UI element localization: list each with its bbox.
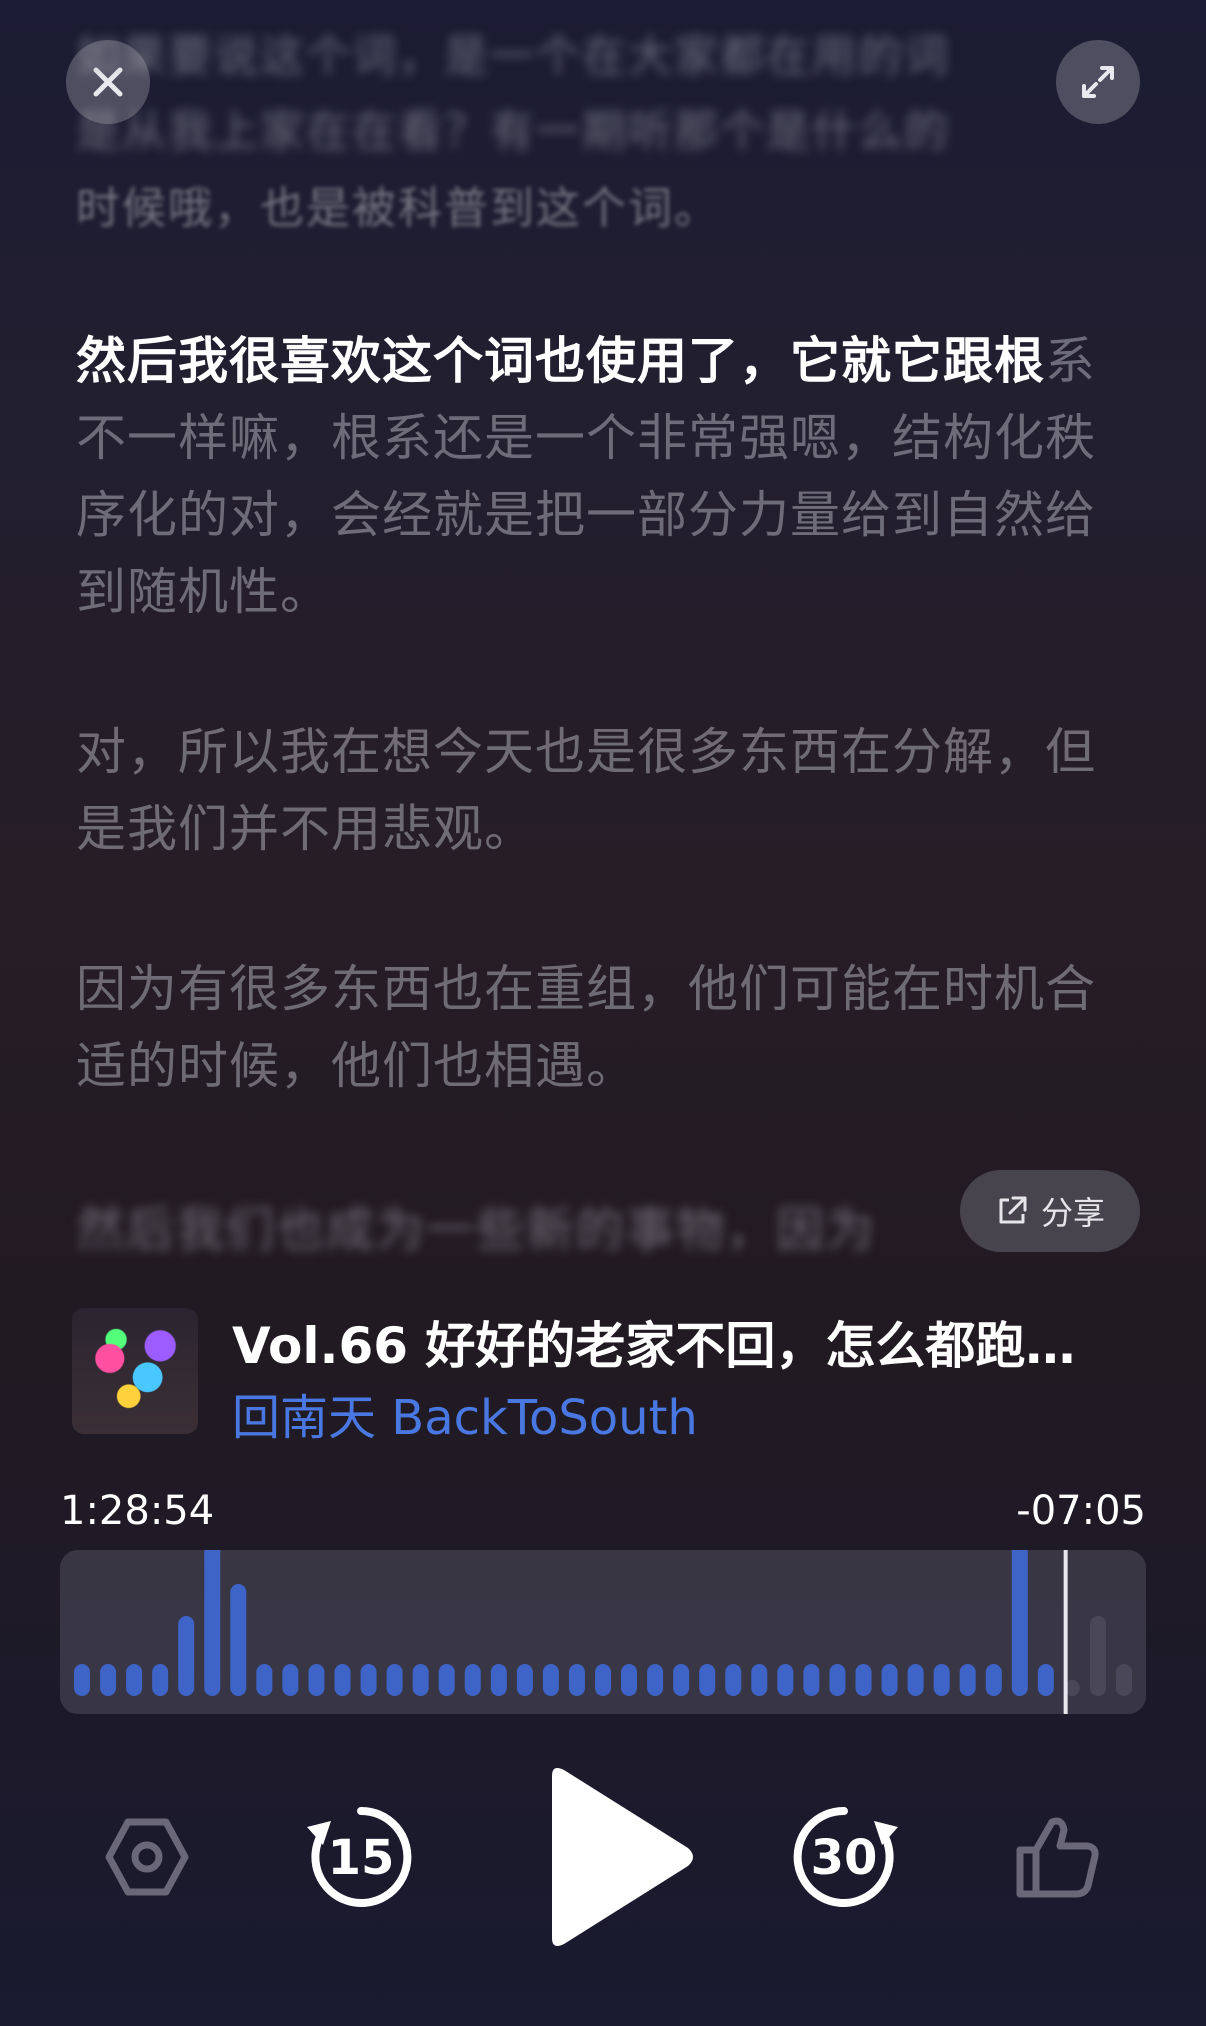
waveform-bars [74, 1550, 1132, 1714]
remaining-time: -07:05 [1016, 1488, 1146, 1534]
thumbs-up-icon[interactable] [1012, 1812, 1102, 1902]
waveform-bar [282, 1664, 299, 1696]
expand-icon [1082, 66, 1114, 98]
waveform-bar [725, 1664, 742, 1696]
waveform-bar [829, 1664, 846, 1696]
waveform-bar [699, 1664, 716, 1696]
waveform-bar [803, 1664, 820, 1696]
skip-forward-label: 30 [811, 1830, 878, 1886]
waveform-bar [178, 1616, 195, 1696]
waveform-bar [490, 1664, 507, 1696]
skip-back-label: 15 [328, 1830, 395, 1886]
waveform-bar [74, 1664, 90, 1696]
waveform-bar [230, 1584, 247, 1696]
waveform-bar [516, 1664, 533, 1696]
waveform-bar [621, 1664, 638, 1696]
waveform-bar [855, 1664, 872, 1696]
skip-back-15-button[interactable]: 15 [301, 1797, 421, 1917]
waveform-bar [595, 1664, 611, 1696]
blurred-transcript-line: 然后我们也成为一些新的事物，因为 [76, 1202, 877, 1258]
waveform-bar [907, 1664, 924, 1696]
elapsed-time: 1:28:54 [60, 1488, 215, 1534]
waveform-bar [777, 1664, 794, 1696]
transcript: 然后我很喜欢这个词也使用了，它就它跟根系不一样嘛，根系还是一个非常强嗯，结构化秩… [76, 323, 1136, 1188]
transcript-paragraph[interactable]: 对，所以我在想今天也是很多东西在分解，但是我们并不用悲观。 [76, 714, 1136, 868]
waveform-bar [100, 1664, 117, 1696]
transcript-paragraph[interactable]: 因为有很多东西也在重组，他们可能在时机合适的时候，他们也相遇。 [76, 951, 1136, 1105]
waveform-bar [568, 1664, 585, 1696]
waveform-bar [360, 1664, 377, 1696]
waveform-bar [933, 1664, 950, 1696]
waveform-bar [412, 1664, 429, 1696]
waveform-bar [438, 1664, 455, 1696]
blurred-transcript-line: 是从我上家在在看？有一期听那个是什么的 [76, 106, 950, 157]
waveform-bar [1011, 1550, 1028, 1696]
play-icon[interactable] [540, 1762, 700, 1952]
current-transcript-text: 然后我很喜欢这个词也使用了，它就它跟根 [76, 332, 1045, 390]
waveform-bar [256, 1664, 273, 1696]
waveform-bar [542, 1664, 559, 1696]
blurred-transcript-line: 如果要说这个词，是一个在大家都在用的词 [76, 31, 950, 82]
waveform-bar [308, 1664, 325, 1696]
podcast-name-link[interactable]: 回南天 BackToSouth [232, 1378, 698, 1448]
transcript-text: 因为有很多东西也在重组，他们可能在时机合适的时候，他们也相遇。 [76, 960, 1096, 1095]
waveform-bar [204, 1550, 221, 1696]
waveform-bar [1089, 1616, 1106, 1696]
waveform-bar [1037, 1664, 1054, 1696]
share-label: 分享 [1040, 1194, 1105, 1232]
hexagon-settings-icon[interactable] [102, 1812, 192, 1902]
waveform-bar [881, 1664, 898, 1696]
transcript-text: 对，所以我在想今天也是很多东西在分解，但是我们并不用悲观。 [76, 723, 1096, 858]
waveform-bar [464, 1664, 481, 1696]
share-button[interactable]: 分享 [960, 1170, 1140, 1252]
episode-title[interactable]: Vol.66 好好的老家不回，怎么都跑… [232, 1306, 1075, 1378]
blurred-transcript-line: 时候哦，也是被科普到这个词。 [76, 183, 720, 234]
episode-cover-art[interactable] [72, 1308, 198, 1434]
expand-button[interactable] [1056, 40, 1140, 124]
waveform-bar [751, 1664, 768, 1696]
skip-forward-30-button[interactable]: 30 [784, 1797, 904, 1917]
waveform-bar [334, 1664, 351, 1696]
waveform-scrubber[interactable] [60, 1550, 1146, 1714]
waveform-bar [673, 1664, 690, 1696]
playhead[interactable] [1063, 1550, 1068, 1714]
waveform-bar [647, 1664, 664, 1696]
transcript-paragraph[interactable]: 然后我很喜欢这个词也使用了，它就它跟根系不一样嘛，根系还是一个非常强嗯，结构化秩… [76, 323, 1136, 631]
waveform-bar [126, 1664, 143, 1696]
waveform-bar [386, 1664, 403, 1696]
share-icon [999, 1196, 1027, 1224]
waveform-bar [1116, 1664, 1132, 1696]
waveform-bar [985, 1664, 1002, 1696]
waveform-bar [959, 1664, 976, 1696]
waveform-bar [152, 1664, 169, 1696]
